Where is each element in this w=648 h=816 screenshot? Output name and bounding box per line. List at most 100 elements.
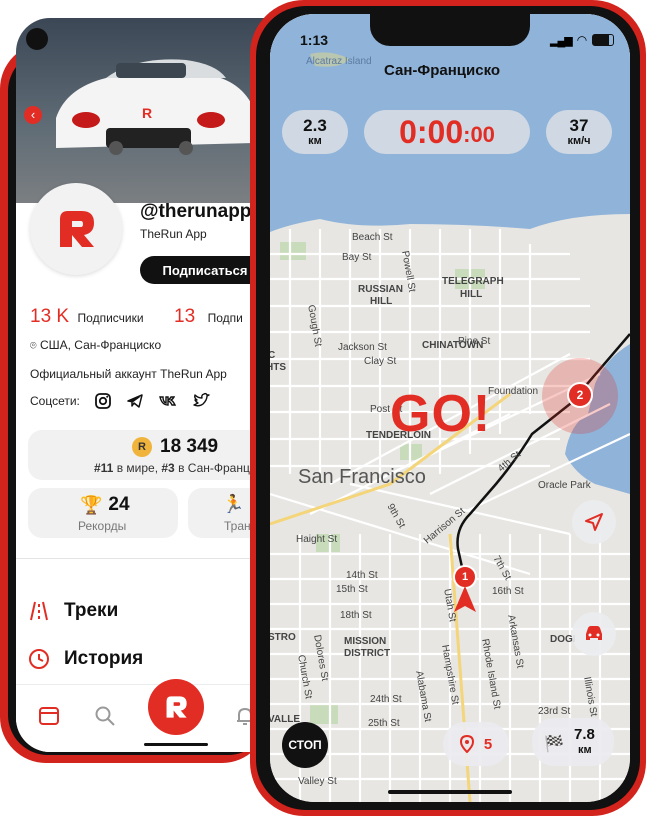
wifi-icon: ◠ xyxy=(576,33,588,47)
map-label: STRO xyxy=(270,632,296,643)
menu-item-history[interactable]: История xyxy=(28,648,143,670)
run-screen: 1:13 ▂▄▆ ◠ Alcatraz Island Сан-Франциско… xyxy=(270,14,630,802)
divider xyxy=(16,558,266,559)
finish-flag-icon: 🏁 xyxy=(544,736,564,753)
twitter-icon[interactable] xyxy=(192,392,210,410)
home-run-button[interactable] xyxy=(148,679,204,735)
username: @therunapp xyxy=(140,201,252,222)
trainings-label: Тран xyxy=(224,519,251,533)
status-icons: ▂▄▆ ◠ xyxy=(550,33,615,47)
map-label: Valley St xyxy=(298,776,337,787)
map-label: DISTRICT xyxy=(344,648,391,659)
cover-photo: R ‹ xyxy=(16,18,266,203)
map-label: Haight St xyxy=(296,534,338,545)
coins-card[interactable]: R 18 349 #11 в мире, #3 в Сан-Франци xyxy=(28,430,266,480)
following-label: Подпи xyxy=(207,311,243,325)
map-label: Clay St xyxy=(364,356,397,367)
map-label: Oracle Park xyxy=(538,480,591,491)
coin-icon: R xyxy=(132,437,152,457)
go-text: GO! xyxy=(390,385,492,443)
calendar-icon[interactable] xyxy=(38,705,60,727)
location-text: США, Сан-Франциско xyxy=(39,338,162,352)
world-rank-label: в мире, xyxy=(113,461,162,475)
user-location-arrow-icon xyxy=(454,586,476,612)
waypoints-pill[interactable]: 5 xyxy=(443,722,509,766)
map-label: HTS xyxy=(270,362,286,373)
vk-icon[interactable] xyxy=(158,392,178,410)
distance-pill: 2.3 км xyxy=(282,110,348,154)
city-rank-label: в Сан-Франци xyxy=(174,461,257,475)
map-label: C xyxy=(270,350,276,361)
followers-count: 13 K xyxy=(30,306,70,327)
notch xyxy=(370,14,530,46)
finish-value: 7.8 xyxy=(574,726,595,743)
map-label: TELEGRAPH xyxy=(442,276,504,287)
speed-unit: км/ч xyxy=(567,135,591,147)
followers-label: Подписчики xyxy=(77,311,144,325)
search-icon[interactable] xyxy=(94,705,116,727)
avatar xyxy=(30,183,122,275)
map-label: 14th St xyxy=(346,570,378,581)
map-label: HILL xyxy=(370,296,393,307)
timer-main: 0:00 xyxy=(399,113,464,150)
speed-value: 37 xyxy=(569,116,589,135)
map-label: 15th St xyxy=(336,584,368,595)
finish-pill[interactable]: 🏁 7.8 км xyxy=(532,718,614,766)
stop-button[interactable]: СТОП xyxy=(282,722,328,768)
battery-icon xyxy=(592,34,615,46)
waypoints-count: 5 xyxy=(483,735,493,753)
traffic-button[interactable] xyxy=(572,612,616,656)
tracks-icon xyxy=(30,601,48,621)
camera-hole xyxy=(26,28,48,50)
timer-sub: :00 xyxy=(463,122,495,147)
bottom-tab-bar xyxy=(16,679,266,752)
profile-description: Официальный аккаунт TheRun App xyxy=(30,367,227,381)
locate-button[interactable] xyxy=(572,500,616,544)
instagram-icon[interactable] xyxy=(94,392,112,410)
map-label: Bay St xyxy=(342,252,372,263)
svg-text:R: R xyxy=(142,105,152,121)
records-count: 24 xyxy=(108,494,130,515)
following-stat[interactable]: 13 Подпи xyxy=(174,306,243,328)
timer-pill: 0:00 :00 xyxy=(364,110,530,154)
signal-icon: ▂▄▆ xyxy=(550,34,573,47)
profile-screen: R ‹ @therunapp TheRun App Подписаться 13… xyxy=(16,18,266,752)
map-label: Foundation xyxy=(488,386,539,397)
socials-row: Соцсети: xyxy=(30,392,210,410)
waypoint-marker[interactable]: 2 xyxy=(567,382,593,408)
back-arrow-icon[interactable]: ‹ xyxy=(24,106,42,124)
socials-label: Соцсети: xyxy=(30,394,80,408)
city-rank: #3 xyxy=(161,461,175,475)
followers-stat[interactable]: 13 K Подписчики xyxy=(30,306,144,328)
navigation-arrow-icon xyxy=(585,513,603,531)
map-label: Jackson St xyxy=(338,342,387,353)
map-label-alcatraz: Alcatraz Island xyxy=(306,56,372,67)
distance-unit: км xyxy=(308,135,322,147)
finish-unit: км xyxy=(578,744,592,756)
history-label: История xyxy=(64,648,144,669)
map-label: RUSSIAN xyxy=(358,284,404,295)
coins-value: 18 349 xyxy=(160,436,219,457)
map-label: CHINATOWN xyxy=(422,340,484,351)
runner-icon: 🏃 xyxy=(222,494,245,514)
status-time: 1:13 xyxy=(300,32,329,48)
location-pin-icon: ⌾ xyxy=(30,340,37,352)
car-icon xyxy=(586,626,602,640)
telegram-icon[interactable] xyxy=(126,392,144,410)
map-label: 23rd St xyxy=(538,706,571,717)
menu-item-tracks[interactable]: Треки xyxy=(28,600,118,622)
map-label: Beach St xyxy=(352,232,393,243)
app-name: TheRun App xyxy=(140,227,207,241)
car-image: R xyxy=(56,59,254,155)
subscribe-button[interactable]: Подписаться xyxy=(140,256,266,284)
clock-icon xyxy=(29,649,49,669)
map-label: 24th St xyxy=(370,694,402,705)
therun-logo-icon xyxy=(60,211,94,247)
location-row: ⌾ США, Сан-Франциско xyxy=(30,338,161,353)
rank-line: #11 в мире, #3 в Сан-Франци xyxy=(94,461,257,475)
pin-icon xyxy=(459,735,474,753)
city-title: Сан-Франциско xyxy=(384,62,501,79)
map-label: MISSION xyxy=(344,636,387,647)
map-label: 18th St xyxy=(340,610,372,621)
records-card[interactable]: 🏆 24 Рекорды xyxy=(28,488,178,538)
